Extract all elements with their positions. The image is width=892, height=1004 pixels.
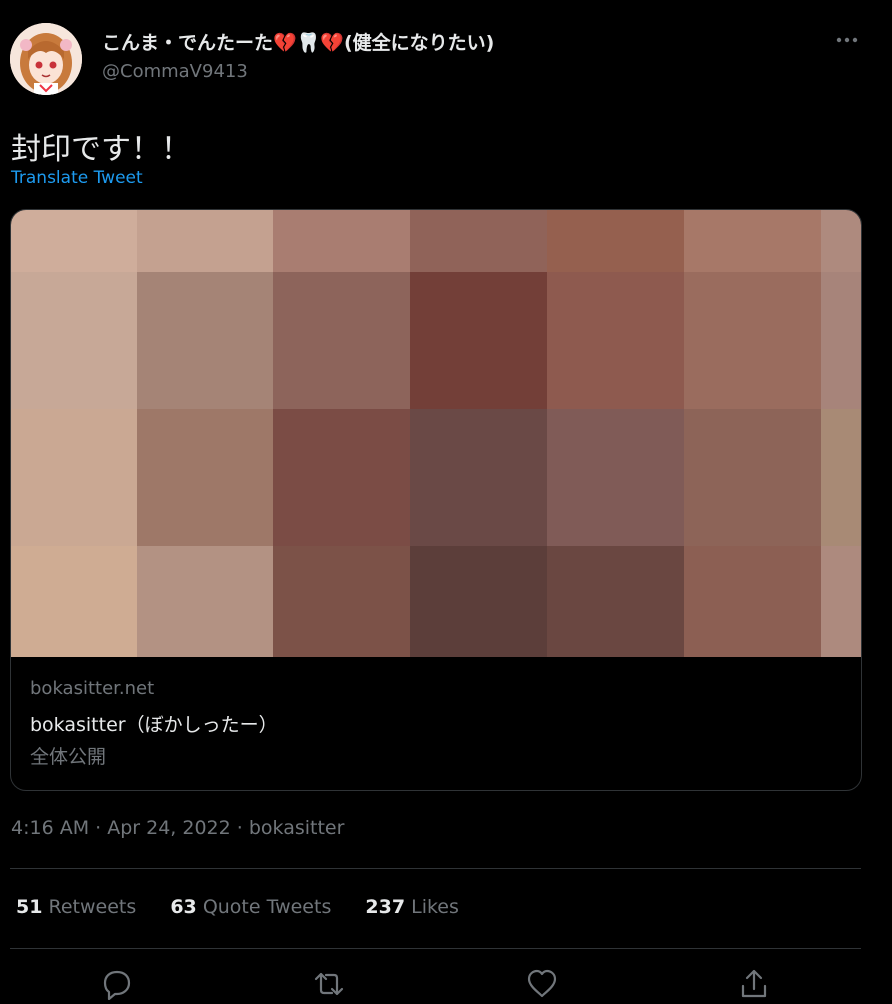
card-description: 全体公開: [30, 746, 107, 768]
mosaic-tile: [273, 409, 410, 546]
display-name[interactable]: こんま・でんたーた💔🦷💔(健全になりたい): [102, 28, 494, 55]
quote-tweets-label: Quote Tweets: [202, 896, 332, 918]
mosaic-tile: [137, 210, 273, 272]
mosaic-tile: [137, 409, 273, 546]
quote-tweets-count: 63: [170, 896, 197, 918]
retweets-label: Retweets: [48, 896, 137, 918]
likes-stat[interactable]: 237 Likes: [365, 896, 459, 918]
mosaic-tile: [821, 546, 861, 657]
mosaic-tile: [684, 210, 821, 272]
link-card[interactable]: bokasitter.net bokasitter（ぼかしったー） 全体公開: [10, 209, 862, 791]
user-handle[interactable]: @CommaV9413: [102, 61, 248, 82]
mosaic-tile: [273, 272, 410, 409]
likes-count: 237: [365, 896, 406, 918]
mosaic-tile: [821, 409, 861, 546]
mosaic-tile: [410, 272, 547, 409]
mosaic-tile: [11, 210, 137, 272]
card-title: bokasitter（ぼかしったー）: [30, 714, 278, 736]
engagement-stats: 51 Retweets 63 Quote Tweets 237 Likes: [16, 896, 487, 918]
card-image: [11, 210, 861, 657]
avatar[interactable]: [10, 23, 82, 95]
mosaic-tile: [410, 546, 547, 657]
likes-label: Likes: [411, 896, 459, 918]
mosaic-tile: [684, 546, 821, 657]
mosaic-tile: [684, 272, 821, 409]
divider: [10, 948, 861, 949]
mosaic-tile: [410, 409, 547, 546]
mosaic-tile: [137, 272, 273, 409]
mosaic-tile: [684, 409, 821, 546]
divider: [10, 868, 861, 869]
mosaic-tile: [547, 546, 684, 657]
reply-icon[interactable]: [101, 968, 133, 1001]
retweets-stat[interactable]: 51 Retweets: [16, 896, 136, 918]
mosaic-tile: [11, 546, 137, 657]
mosaic-tile: [273, 210, 410, 272]
card-domain: bokasitter.net: [30, 678, 155, 699]
tweet-text: 封印です！！: [11, 132, 191, 167]
mosaic-tile: [273, 546, 410, 657]
more-horizontal-icon[interactable]: [834, 30, 860, 50]
mosaic-tile: [821, 210, 861, 272]
translate-tweet-link[interactable]: Translate Tweet: [11, 168, 143, 188]
retweets-count: 51: [16, 896, 43, 918]
quote-tweets-stat[interactable]: 63 Quote Tweets: [170, 896, 331, 918]
tweet-timestamp[interactable]: 4:16 AM · Apr 24, 2022 · bokasitter: [11, 817, 344, 839]
retweet-icon[interactable]: [313, 968, 345, 1000]
avatar-illustration: [10, 23, 82, 95]
mosaic-tile: [821, 272, 861, 409]
mosaic-tile: [11, 409, 137, 546]
mosaic-tile: [547, 272, 684, 409]
mosaic-tile: [410, 210, 547, 272]
mosaic-image: [11, 210, 861, 657]
action-bar: [0, 968, 892, 1001]
share-icon[interactable]: [738, 968, 770, 1000]
mosaic-tile: [137, 546, 273, 657]
mosaic-tile: [11, 272, 137, 409]
heart-icon[interactable]: [526, 968, 558, 1000]
mosaic-tile: [547, 210, 684, 272]
mosaic-tile: [547, 409, 684, 546]
